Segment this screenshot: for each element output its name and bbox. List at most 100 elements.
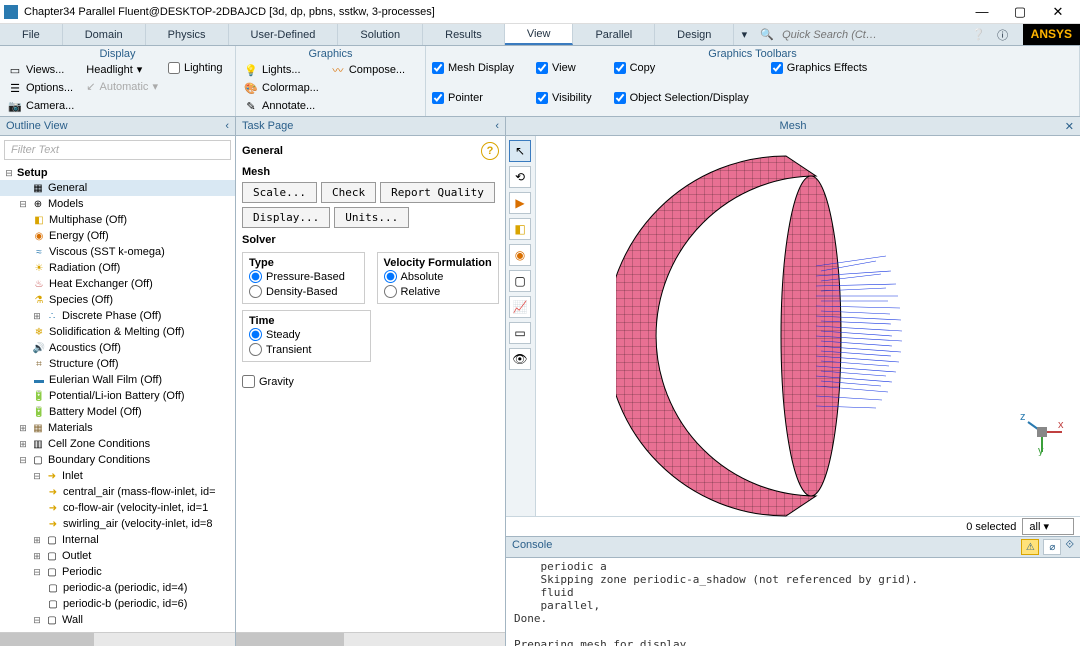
node-species[interactable]: ⚗Species (Off) xyxy=(0,292,235,308)
wall-icon: ▢ xyxy=(45,613,59,627)
graphics-effects-checkbox[interactable]: Graphics Effects xyxy=(771,62,868,74)
headlight-button[interactable]: Headlight ▾ xyxy=(84,62,160,77)
menu-parallel[interactable]: Parallel xyxy=(573,24,655,45)
console-warning-icon[interactable]: ⚠ xyxy=(1021,539,1039,555)
rotate-tool[interactable]: ⟲ xyxy=(509,166,531,188)
node-radiation[interactable]: ☀Radiation (Off) xyxy=(0,260,235,276)
menu-file[interactable]: File xyxy=(0,24,63,45)
console-output[interactable]: periodic a Skipping zone periodic-a_shad… xyxy=(506,558,1080,646)
compose-button[interactable]: 〰Compose... xyxy=(329,62,407,78)
object-selection-checkbox[interactable]: Object Selection/Display xyxy=(614,92,749,104)
menu-solution[interactable]: Solution xyxy=(338,24,423,45)
sphere-tool[interactable]: ◉ xyxy=(509,244,531,266)
visibility-tool[interactable]: 👁 xyxy=(509,348,531,370)
node-materials[interactable]: ⊞▦Materials xyxy=(0,420,235,436)
copy-checkbox[interactable]: Copy xyxy=(614,62,749,74)
node-solidif[interactable]: ❄Solidification & Melting (Off) xyxy=(0,324,235,340)
node-inlet[interactable]: ⊟➜Inlet xyxy=(0,468,235,484)
menu-results[interactable]: Results xyxy=(423,24,505,45)
mesh-display-checkbox[interactable]: Mesh Display xyxy=(432,62,514,74)
probe-tool[interactable]: ▶ xyxy=(509,192,531,214)
pointer-tool[interactable]: ↖ xyxy=(509,140,531,162)
console-clear-icon[interactable]: ⌀ xyxy=(1043,539,1061,555)
node-energy[interactable]: ◉Energy (Off) xyxy=(0,228,235,244)
units-button[interactable]: Units... xyxy=(334,207,409,228)
info-icon[interactable]: ⓘ xyxy=(993,27,1013,43)
node-general[interactable]: ▦General xyxy=(0,180,235,196)
graphics-close-icon[interactable]: ✕ xyxy=(1065,120,1074,133)
node-battery[interactable]: 🔋Potential/Li-ion Battery (Off) xyxy=(0,388,235,404)
quick-search-input[interactable] xyxy=(778,27,965,43)
node-setup[interactable]: ⊟Setup xyxy=(0,166,235,180)
node-acoustics[interactable]: 🔊Acoustics (Off) xyxy=(0,340,235,356)
selection-filter-dropdown[interactable]: all ▾ xyxy=(1022,518,1074,535)
relative-radio[interactable]: Relative xyxy=(384,284,493,299)
pointer-checkbox[interactable]: Pointer xyxy=(432,92,514,104)
menu-physics[interactable]: Physics xyxy=(146,24,229,45)
lights-button[interactable]: 💡Lights... xyxy=(242,62,321,78)
node-pa[interactable]: ▢periodic-a (periodic, id=4) xyxy=(0,580,235,596)
display-button[interactable]: Display... xyxy=(242,207,330,228)
node-heatex[interactable]: ♨Heat Exchanger (Off) xyxy=(0,276,235,292)
task-hscroll[interactable] xyxy=(236,632,505,646)
node-wall[interactable]: ⊟▢Wall xyxy=(0,612,235,628)
console-pin-icon[interactable]: ⟐ xyxy=(1065,539,1074,555)
menu-view[interactable]: View xyxy=(505,24,574,45)
menu-design[interactable]: Design xyxy=(655,24,734,45)
options-button[interactable]: ☰Options... xyxy=(6,80,76,96)
menu-dropdown-icon[interactable]: ▾ xyxy=(734,24,754,45)
camera-button[interactable]: 📷Camera... xyxy=(6,98,76,114)
node-multiphase[interactable]: ◧Multiphase (Off) xyxy=(0,212,235,228)
outline-hscroll[interactable] xyxy=(0,632,235,646)
help-icon[interactable]: ❔ xyxy=(969,28,989,41)
node-batmodel[interactable]: 🔋Battery Model (Off) xyxy=(0,404,235,420)
report-quality-button[interactable]: Report Quality xyxy=(380,182,495,203)
graphics-canvas[interactable]: x y z xyxy=(536,136,1080,516)
outline-tree[interactable]: ⊟Setup ▦General ⊟⊕Models ◧Multiphase (Of… xyxy=(0,164,235,632)
transient-radio[interactable]: Transient xyxy=(249,342,364,357)
filter-input[interactable]: Filter Text xyxy=(4,140,231,160)
density-radio[interactable]: Density-Based xyxy=(249,284,358,299)
check-button[interactable]: Check xyxy=(321,182,376,203)
node-swirling[interactable]: ➜swirling_air (velocity-inlet, id=8 xyxy=(0,516,235,532)
steady-radio[interactable]: Steady xyxy=(249,327,364,342)
colormap-button[interactable]: 🎨Colormap... xyxy=(242,80,321,96)
node-outlet[interactable]: ⊞▢Outlet xyxy=(0,548,235,564)
menu-domain[interactable]: Domain xyxy=(63,24,146,45)
outlet-icon: ▢ xyxy=(45,549,59,563)
box-tool[interactable]: ▢ xyxy=(509,270,531,292)
absolute-radio[interactable]: Absolute xyxy=(384,269,493,284)
minimize-button[interactable]: — xyxy=(964,1,1000,23)
node-bc[interactable]: ⊟▢Boundary Conditions xyxy=(0,452,235,468)
maximize-button[interactable]: ▢ xyxy=(1002,1,1038,23)
menu-user-defined[interactable]: User-Defined xyxy=(229,24,339,45)
node-dpm[interactable]: ⊞∴Discrete Phase (Off) xyxy=(0,308,235,324)
node-structure[interactable]: ⌗Structure (Off) xyxy=(0,356,235,372)
view-checkbox[interactable]: View xyxy=(536,62,592,74)
gravity-checkbox[interactable]: Gravity xyxy=(242,374,499,389)
zone-tool[interactable]: ◧ xyxy=(509,218,531,240)
scale-button[interactable]: Scale... xyxy=(242,182,317,203)
node-central[interactable]: ➜central_air (mass-flow-inlet, id= xyxy=(0,484,235,500)
node-models[interactable]: ⊟⊕Models xyxy=(0,196,235,212)
node-viscous[interactable]: ≈Viscous (SST k-omega) xyxy=(0,244,235,260)
automatic-button[interactable]: ↙ Automatic ▾ xyxy=(84,79,160,94)
views-button[interactable]: ▭Views... xyxy=(6,62,76,78)
close-button[interactable]: ✕ xyxy=(1040,1,1076,23)
bulb-icon: 💡 xyxy=(244,63,258,77)
pressure-radio[interactable]: Pressure-Based xyxy=(249,269,358,284)
task-help-icon[interactable]: ? xyxy=(481,142,499,160)
select-tool[interactable]: ▭ xyxy=(509,322,531,344)
lighting-checkbox[interactable]: Lighting xyxy=(168,62,223,74)
node-pb[interactable]: ▢periodic-b (periodic, id=6) xyxy=(0,596,235,612)
node-periodic[interactable]: ⊟▢Periodic xyxy=(0,564,235,580)
outline-collapse-icon[interactable]: ‹ xyxy=(225,120,229,132)
node-cellzone[interactable]: ⊞▥Cell Zone Conditions xyxy=(0,436,235,452)
visibility-checkbox[interactable]: Visibility xyxy=(536,92,592,104)
measure-tool[interactable]: 📈 xyxy=(509,296,531,318)
node-coflow[interactable]: ➜co-flow-air (velocity-inlet, id=1 xyxy=(0,500,235,516)
annotate-button[interactable]: ✎Annotate... xyxy=(242,98,321,114)
node-ewf[interactable]: ▬Eulerian Wall Film (Off) xyxy=(0,372,235,388)
task-collapse-icon[interactable]: ‹ xyxy=(495,120,499,132)
node-internal[interactable]: ⊞▢Internal xyxy=(0,532,235,548)
